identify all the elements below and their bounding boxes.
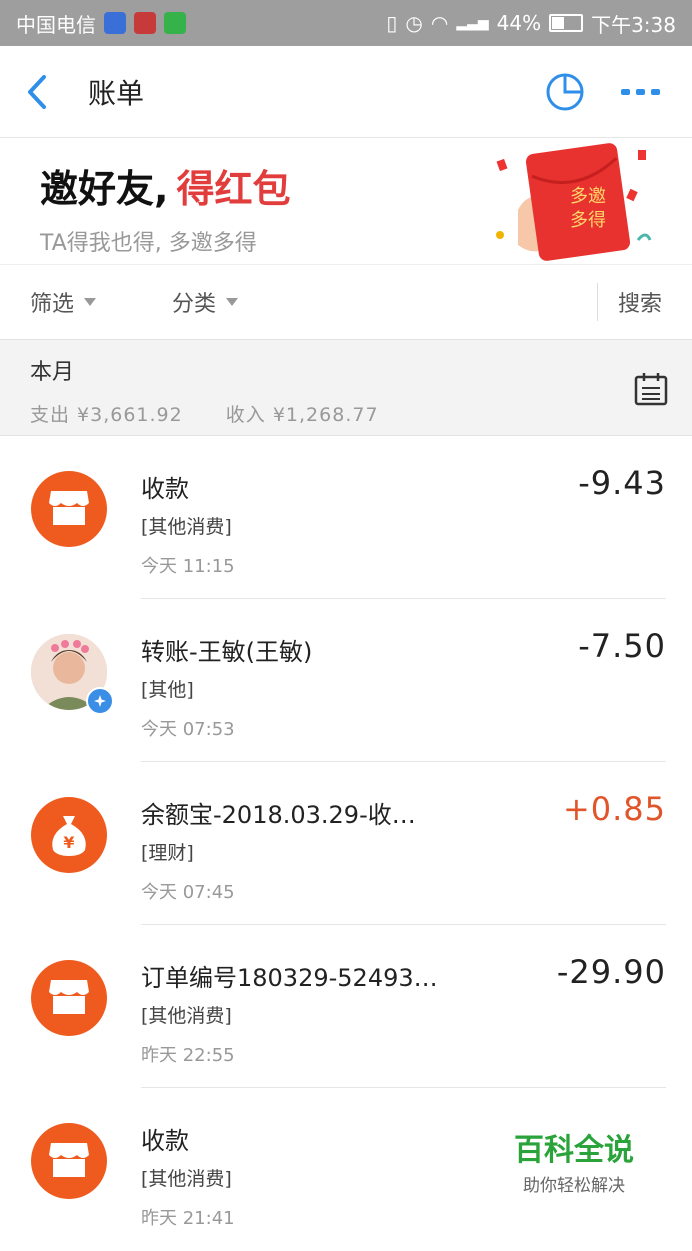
play-store-icon (164, 12, 186, 34)
app-notification-icon (134, 12, 156, 34)
alarm-icon: ◷ (405, 11, 423, 35)
money-bag-icon: ¥ (31, 797, 107, 873)
transaction-name: 订单编号180329-52493… (141, 964, 438, 992)
red-envelope-illustration: 多邀 多得 (488, 140, 668, 266)
calendar-icon (634, 373, 668, 406)
svg-text:¥: ¥ (63, 833, 74, 852)
transaction-category: [其他消费] (141, 516, 232, 538)
transaction-name: 余额宝-2018.03.29-收… (141, 801, 416, 829)
watermark-logo: 百科全说 助你轻松解决 (506, 1121, 642, 1200)
pie-chart-icon (546, 73, 584, 110)
store-icon (31, 471, 107, 547)
battery-percent: 44% (496, 11, 542, 35)
app-notification-icon (104, 12, 126, 34)
signal-icon: ▂▃▅ (456, 15, 489, 31)
transaction-row[interactable]: 订单编号180329-52493… [其他消费] 昨天 22:55 -29.90 (0, 925, 692, 1088)
transaction-time: 昨天 21:41 (141, 1208, 235, 1229)
calendar-button[interactable] (634, 372, 668, 410)
transaction-category: [其他消费] (141, 1005, 232, 1027)
verified-badge-icon (86, 687, 114, 715)
transaction-name: 收款 (141, 475, 189, 503)
caret-down-icon (84, 298, 97, 306)
month-stats: 支出 ¥3,661.92 收入 ¥1,268.77 (30, 400, 662, 427)
transaction-time: 今天 07:45 (141, 882, 235, 903)
chart-button[interactable] (538, 65, 592, 119)
vibrate-icon: ▯ (386, 11, 398, 35)
status-bar-left: 中国电信 (16, 9, 186, 38)
invite-banner[interactable]: 邀好友, 得红包 TA得我也得, 多邀多得 多邀 多得 (0, 138, 692, 264)
status-bar: 中国电信 ▯ ◷ ◠ ▂▃▅ 44% 下午3:38 (0, 0, 692, 46)
search-button[interactable]: 搜索 (618, 286, 662, 318)
transaction-time: 今天 07:53 (141, 719, 235, 740)
transaction-amount: -9.43 (578, 464, 666, 502)
store-icon (31, 960, 107, 1036)
filter-bar: 筛选 分类 搜索 (0, 264, 692, 340)
transaction-category: [理财] (141, 842, 194, 864)
category-dropdown[interactable]: 分类 (172, 286, 239, 318)
divider (596, 283, 598, 321)
transaction-amount: +0.85 (562, 790, 666, 828)
clock: 下午3:38 (591, 12, 676, 37)
transaction-category: [其他消费] (141, 1168, 232, 1190)
more-icon (621, 88, 660, 95)
filter-dropdown[interactable]: 筛选 (30, 286, 97, 318)
transaction-amount: -29.90 (556, 953, 666, 991)
envelope-text-1: 多邀 (570, 186, 606, 207)
month-summary: 本月 支出 ¥3,661.92 收入 ¥1,268.77 (0, 340, 692, 436)
transaction-name: 收款 (141, 1127, 189, 1155)
watermark-sub: 助你轻松解决 (523, 1176, 625, 1196)
income-total: 收入 ¥1,268.77 (225, 404, 379, 426)
month-title: 本月 (30, 360, 75, 385)
carrier-label: 中国电信 (16, 12, 96, 37)
battery-icon (549, 14, 584, 32)
status-bar-right: ▯ ◷ ◠ ▂▃▅ 44% 下午3:38 (386, 9, 676, 38)
transaction-category: [其他] (141, 679, 194, 701)
banner-title-black: 邀好友, (40, 167, 169, 211)
transaction-row[interactable]: 转账-王敏(王敏) [其他] 今天 07:53 -7.50 (0, 599, 692, 762)
wifi-icon: ◠ (430, 11, 449, 35)
transaction-row[interactable]: 收款 [其他消费] 今天 11:15 -9.43 (0, 436, 692, 599)
transaction-name: 转账-王敏(王敏) (141, 638, 313, 666)
envelope-text-2: 多得 (570, 210, 606, 231)
more-button[interactable] (614, 65, 668, 119)
banner-title-red: 得红包 (176, 167, 291, 211)
transaction-amount: -7.50 (578, 627, 666, 665)
filter-label: 筛选 (30, 292, 75, 317)
page-title: 账单 (88, 76, 145, 110)
transaction-time: 今天 11:15 (141, 556, 235, 577)
store-icon (31, 1123, 107, 1199)
caret-down-icon (226, 298, 239, 306)
expense-total: 支出 ¥3,661.92 (30, 404, 183, 426)
back-button[interactable] (24, 70, 68, 114)
chevron-left-icon (28, 74, 46, 109)
transaction-time: 昨天 22:55 (141, 1045, 235, 1066)
top-nav-bar: 账单 (0, 46, 692, 138)
watermark-main: 百科全说 (514, 1133, 634, 1168)
category-label: 分类 (172, 292, 217, 317)
transaction-row[interactable]: ¥ 余额宝-2018.03.29-收… [理财] 今天 07:45 +0.85 (0, 762, 692, 925)
